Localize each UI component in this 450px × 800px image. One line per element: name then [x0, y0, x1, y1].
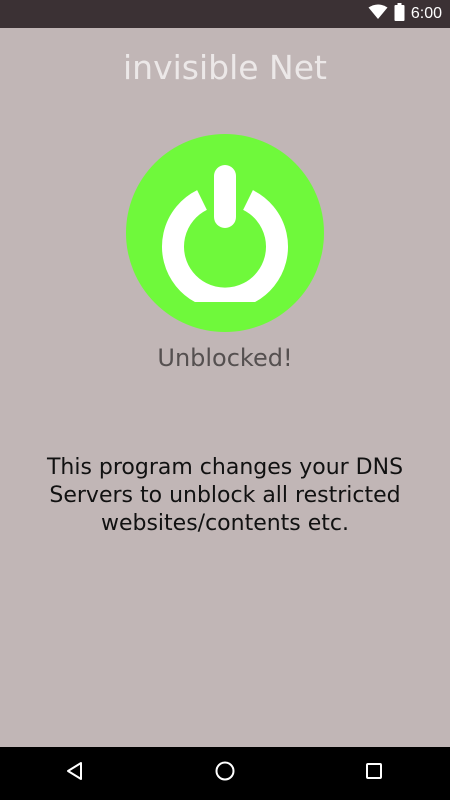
connection-status-text: Unblocked!	[157, 344, 293, 372]
status-icons: 6:00	[368, 0, 442, 28]
app-description: This program changes your DNS Servers to…	[46, 455, 404, 536]
wifi-icon	[368, 4, 388, 25]
home-button[interactable]	[185, 747, 265, 800]
battery-icon	[394, 2, 405, 26]
recents-button[interactable]	[334, 747, 414, 800]
back-icon	[65, 761, 85, 786]
app-title: invisible Net	[123, 48, 327, 87]
power-toggle-button[interactable]	[126, 134, 324, 332]
back-button[interactable]	[35, 747, 115, 800]
navigation-bar	[0, 747, 450, 800]
status-time: 6:00	[410, 5, 442, 22]
home-icon	[214, 760, 236, 787]
power-icon	[155, 162, 295, 310]
recents-icon	[365, 762, 383, 785]
status-bar: 6:00	[0, 0, 450, 28]
app-screen: invisible Net Unblocked! This program ch…	[0, 28, 450, 747]
